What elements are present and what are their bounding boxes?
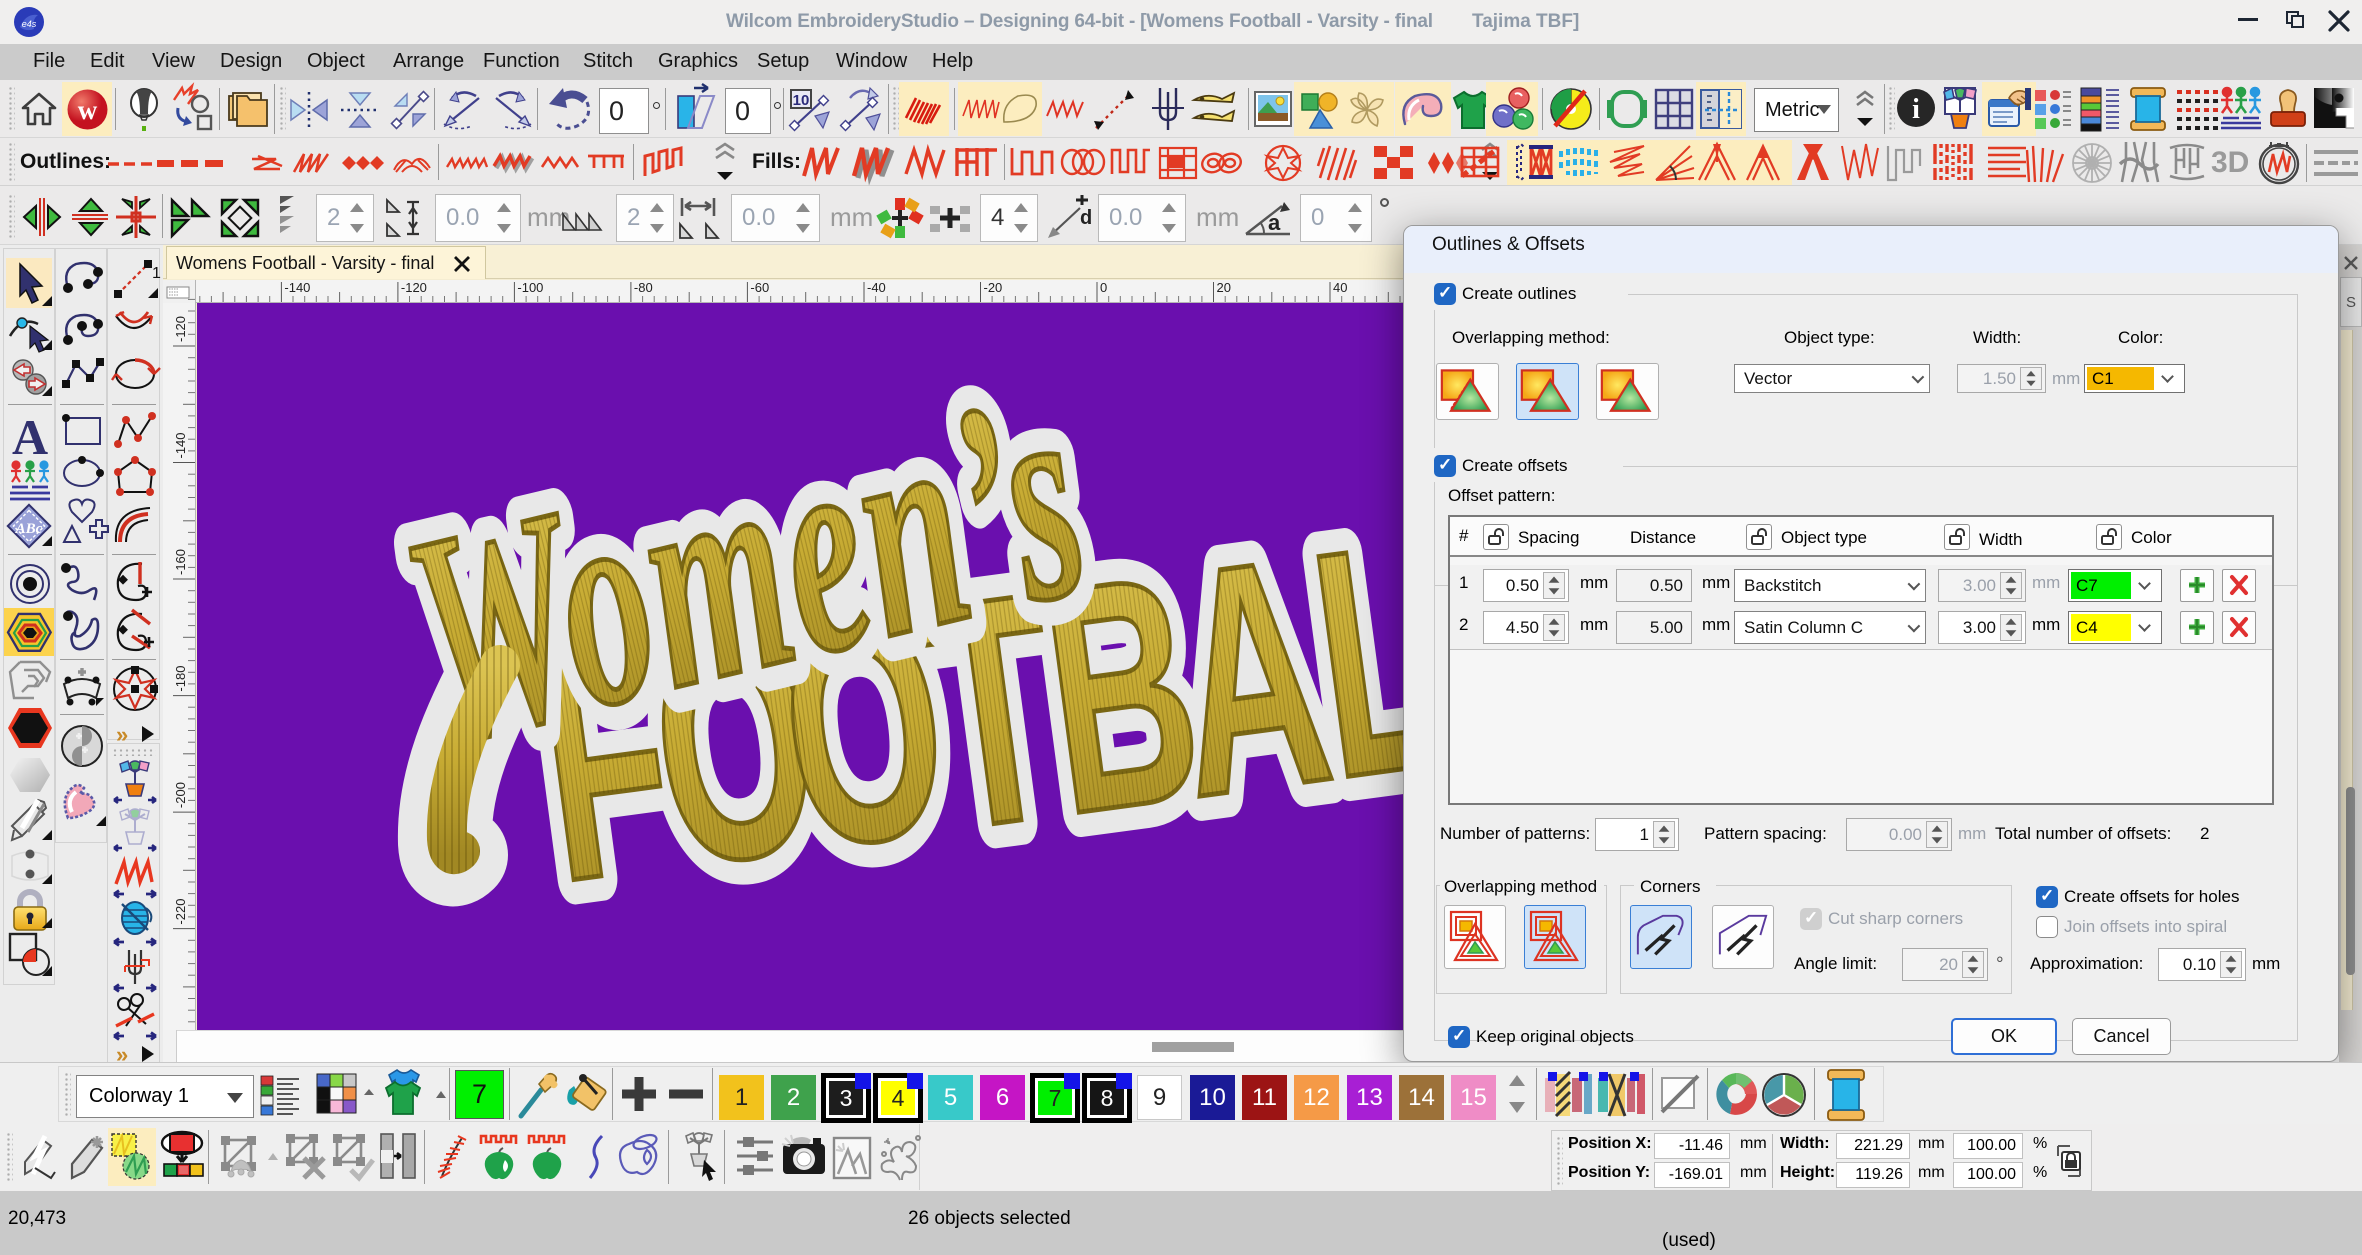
svg-text:-120: -120	[173, 316, 188, 342]
svg-text:-20: -20	[984, 280, 1003, 295]
svg-text:40: 40	[1333, 280, 1347, 295]
svg-text:e4s: e4s	[22, 19, 37, 29]
svg-text:a: a	[1268, 210, 1281, 235]
svg-text:-40: -40	[867, 280, 886, 295]
svg-text:i: i	[1912, 94, 1920, 125]
svg-text:-100: -100	[517, 280, 543, 295]
svg-text:-220: -220	[173, 899, 188, 925]
svg-text:10: 10	[793, 92, 810, 109]
svg-text:d: d	[1080, 207, 1092, 229]
svg-text:-140: -140	[284, 280, 310, 295]
svg-text:1: 1	[152, 265, 161, 282]
svg-text:-60: -60	[750, 280, 769, 295]
svg-text:ABc: ABc	[15, 521, 43, 537]
svg-text:-120: -120	[401, 280, 427, 295]
svg-text:w: w	[78, 95, 98, 125]
svg-text:-160: -160	[173, 549, 188, 575]
svg-text:-200: -200	[173, 782, 188, 808]
svg-text:20: 20	[1217, 280, 1231, 295]
svg-text:-140: -140	[173, 432, 188, 458]
svg-text:-80: -80	[634, 280, 653, 295]
svg-text:-180: -180	[173, 666, 188, 692]
svg-text:0: 0	[1100, 280, 1107, 295]
